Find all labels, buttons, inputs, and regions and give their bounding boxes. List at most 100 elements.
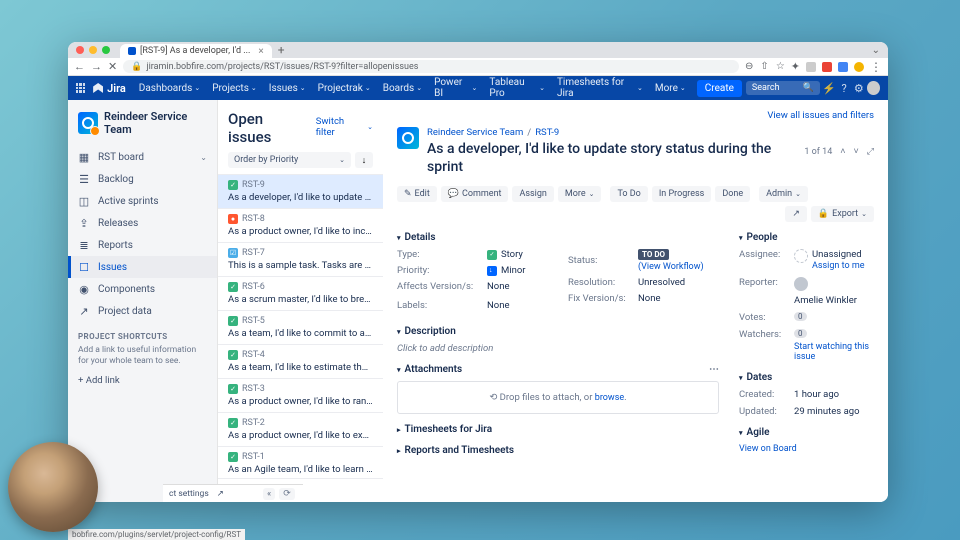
notifications-icon[interactable]: ⚡ bbox=[822, 81, 836, 95]
comment-button[interactable]: 💬Comment bbox=[441, 186, 509, 202]
jira-logo-icon bbox=[93, 83, 103, 93]
sidebar-item-releases[interactable]: ⇪Releases bbox=[68, 212, 217, 234]
pager-down-icon[interactable]: ˅ bbox=[854, 146, 859, 157]
reload-button[interactable]: ✕ bbox=[108, 60, 117, 73]
export-button[interactable]: 🔒Export⌄ bbox=[811, 206, 874, 222]
transition-done-button[interactable]: Done bbox=[715, 186, 750, 202]
issue-row[interactable]: ✓RST-3As a product owner, I'd like to ra… bbox=[218, 378, 383, 412]
section-dates[interactable]: ▾Dates bbox=[739, 372, 874, 383]
jira-logo[interactable]: Jira bbox=[93, 82, 126, 95]
transition-inprogress-button[interactable]: In Progress bbox=[652, 186, 712, 202]
add-link-button[interactable]: + Add link bbox=[68, 367, 217, 394]
tab-close-icon[interactable]: × bbox=[258, 46, 263, 57]
admin-button[interactable]: Admin⌄ bbox=[759, 186, 808, 202]
extension-2-icon[interactable] bbox=[822, 62, 832, 72]
search-input[interactable]: Search 🔍 bbox=[746, 81, 820, 95]
refresh-button[interactable]: ⟳ bbox=[279, 488, 295, 500]
nav-tableau[interactable]: Tableau Pro⌄ bbox=[484, 77, 550, 99]
forward-button[interactable]: → bbox=[91, 60, 102, 73]
issue-title[interactable]: As a developer, I'd like to update story… bbox=[427, 140, 796, 176]
section-agile[interactable]: ▾Agile bbox=[739, 427, 874, 438]
attachments-dropzone[interactable]: ⟲ Drop files to attach, or browse. bbox=[397, 381, 719, 414]
zoom-icon[interactable]: ⊖ bbox=[745, 61, 753, 72]
url-field[interactable]: 🔒 jiramin.bobfire.com/projects/RST/issue… bbox=[123, 60, 739, 73]
profile-avatar-icon[interactable] bbox=[854, 62, 864, 72]
browse-link[interactable]: browse bbox=[595, 393, 624, 403]
external-link-icon: ↗ bbox=[217, 489, 224, 499]
sidebar-item-sprints[interactable]: ◫Active sprints bbox=[68, 190, 217, 212]
task-type-icon: ☑ bbox=[228, 248, 238, 258]
share-icon[interactable]: ⇧ bbox=[760, 61, 768, 72]
order-by-select[interactable]: Order by Priority⌄ bbox=[228, 152, 351, 168]
browser-tab[interactable]: [RST-9] As a developer, I'd ... × bbox=[120, 44, 272, 58]
section-details[interactable]: ▾Details bbox=[397, 232, 719, 243]
sidebar-item-backlog[interactable]: ☰Backlog bbox=[68, 168, 217, 190]
create-button[interactable]: Create bbox=[697, 80, 742, 97]
nav-more[interactable]: More⌄ bbox=[650, 83, 691, 94]
project-header[interactable]: Reindeer Service Team bbox=[68, 110, 217, 146]
new-tab-button[interactable]: + bbox=[278, 43, 285, 57]
description-placeholder[interactable]: Click to add description bbox=[397, 343, 719, 354]
window-close[interactable] bbox=[76, 46, 84, 54]
breadcrumb-project[interactable]: Reindeer Service Team bbox=[427, 127, 523, 138]
sort-direction-button[interactable]: ↓ bbox=[355, 152, 373, 168]
view-on-board-link[interactable]: View on Board bbox=[739, 444, 797, 454]
assign-to-me-link[interactable]: Assign to me bbox=[812, 261, 865, 271]
extension-1-icon[interactable] bbox=[806, 62, 816, 72]
project-name: Reindeer Service Team bbox=[104, 110, 207, 136]
nav-powerbi[interactable]: Power BI⌄ bbox=[429, 77, 482, 99]
issue-row[interactable]: ☑RST-7This is a sample task. Tasks are u… bbox=[218, 242, 383, 276]
collapse-sidebar-button[interactable]: « bbox=[263, 488, 275, 500]
back-button[interactable]: ← bbox=[74, 60, 85, 73]
sidebar-item-issues[interactable]: ☐Issues bbox=[68, 256, 217, 278]
issue-row[interactable]: ●RST-8As a product owner, I'd like to in… bbox=[218, 208, 383, 242]
view-all-issues-link[interactable]: View all issues and filters bbox=[767, 110, 874, 121]
pager-up-icon[interactable]: ˄ bbox=[840, 146, 845, 157]
window-maximize[interactable] bbox=[102, 46, 110, 54]
star-icon[interactable]: ☆ bbox=[776, 61, 785, 72]
issue-row[interactable]: ✓RST-2As a product owner, I'd like to ex… bbox=[218, 412, 383, 446]
sidebar-item-board[interactable]: ▦RST board⌄ bbox=[68, 146, 217, 168]
transition-todo-button[interactable]: To Do bbox=[610, 186, 647, 202]
section-people[interactable]: ▾People bbox=[739, 232, 874, 243]
nav-projectrak[interactable]: Projectrak⌄ bbox=[313, 83, 376, 94]
tab-dropdown-icon[interactable]: ⌄ bbox=[872, 45, 880, 56]
browser-menu-icon[interactable]: ⋮ bbox=[870, 60, 882, 74]
view-workflow-link[interactable]: (View Workflow) bbox=[638, 262, 704, 272]
nav-timesheets[interactable]: Timesheets for Jira⌄ bbox=[552, 77, 648, 99]
issue-row[interactable]: ✓RST-9As a developer, I'd like to update… bbox=[218, 174, 383, 208]
section-reports[interactable]: ▸Reports and Timesheets bbox=[397, 445, 719, 456]
switch-filter-button[interactable]: Switch filter⌄ bbox=[316, 116, 373, 138]
sidebar-item-components[interactable]: ◉Components bbox=[68, 278, 217, 300]
section-timesheets[interactable]: ▸Timesheets for Jira bbox=[397, 424, 719, 435]
section-attachments[interactable]: ▾Attachments⋯ bbox=[397, 364, 719, 375]
nav-issues[interactable]: Issues⌄ bbox=[264, 83, 311, 94]
settings-icon[interactable]: ⚙ bbox=[852, 81, 865, 95]
issue-row[interactable]: ✓RST-1As an Agile team, I'd like to lear… bbox=[218, 446, 383, 478]
nav-dashboards[interactable]: Dashboards⌄ bbox=[134, 83, 205, 94]
help-icon[interactable]: ? bbox=[838, 81, 851, 95]
issue-row[interactable]: ✓RST-5As a team, I'd like to commit to a… bbox=[218, 310, 383, 344]
watchers-count: 0 bbox=[794, 329, 807, 338]
issue-row[interactable]: ✓RST-4As a team, I'd like to estimate th… bbox=[218, 344, 383, 378]
app-switcher-icon[interactable] bbox=[76, 83, 85, 93]
edit-button[interactable]: ✎Edit bbox=[397, 186, 437, 202]
sidebar-item-projectdata[interactable]: ↗Project data bbox=[68, 300, 217, 322]
nav-boards[interactable]: Boards⌄ bbox=[378, 83, 427, 94]
issue-row[interactable]: ✓RST-6As a scrum master, I'd like to bre… bbox=[218, 276, 383, 310]
issue-summary: As a product owner, I'd like to expres..… bbox=[228, 430, 373, 441]
breadcrumb-key[interactable]: RST-9 bbox=[535, 127, 559, 138]
user-avatar[interactable] bbox=[867, 81, 880, 95]
extension-3-icon[interactable] bbox=[838, 62, 848, 72]
attachments-menu-icon[interactable]: ⋯ bbox=[709, 364, 719, 375]
window-minimize[interactable] bbox=[89, 46, 97, 54]
expand-icon[interactable]: ⤢ bbox=[867, 147, 874, 157]
section-description[interactable]: ▾Description bbox=[397, 326, 719, 337]
share-button[interactable]: ↗ bbox=[785, 206, 807, 222]
watch-issue-link[interactable]: Start watching this issue bbox=[794, 342, 874, 362]
more-button[interactable]: More⌄ bbox=[558, 186, 602, 202]
assign-button[interactable]: Assign bbox=[512, 186, 553, 202]
nav-projects[interactable]: Projects⌄ bbox=[207, 83, 262, 94]
sidebar-item-reports[interactable]: ≣Reports bbox=[68, 234, 217, 256]
extensions-icon[interactable]: ✦ bbox=[791, 60, 800, 73]
